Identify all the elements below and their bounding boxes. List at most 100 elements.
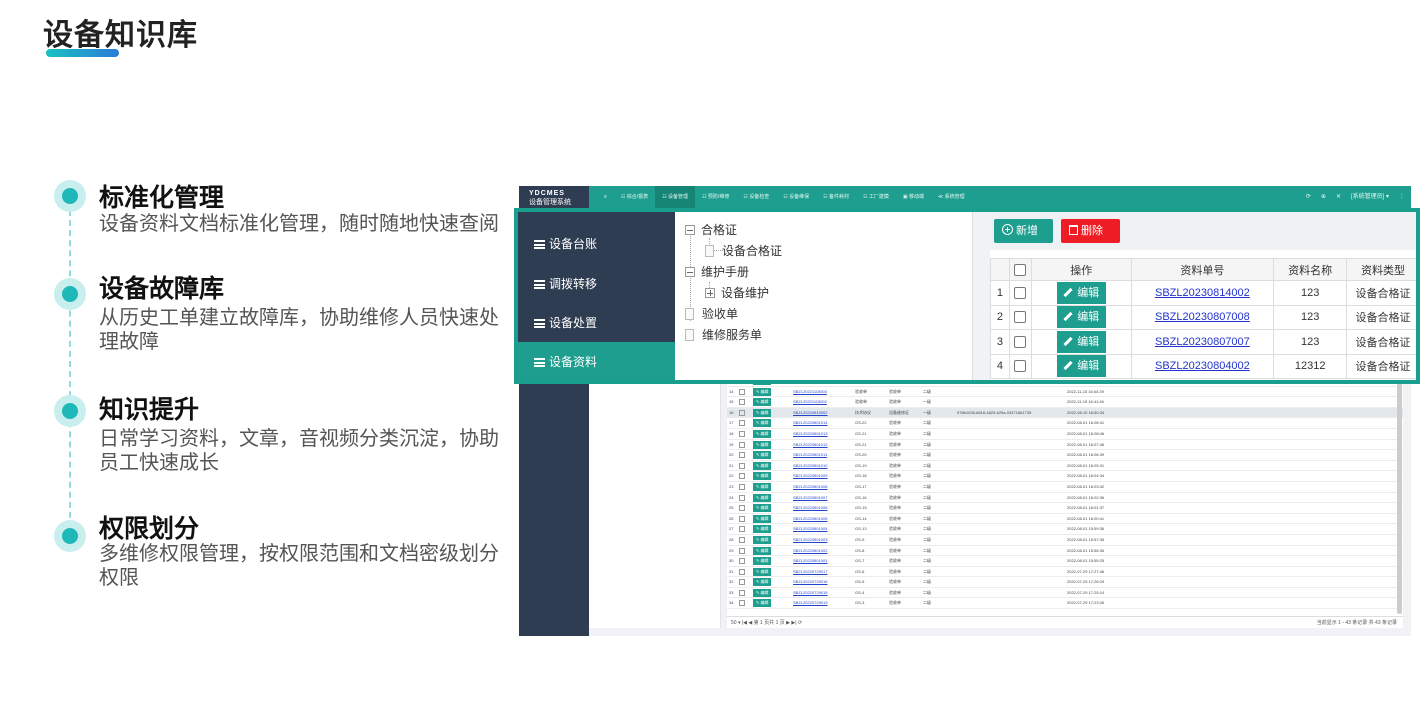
table-row[interactable]: 3 编辑 SBZL20230807007 123 设备合格证 bbox=[990, 329, 1416, 355]
row-checkbox[interactable] bbox=[1014, 286, 1027, 299]
row-checkbox[interactable] bbox=[737, 387, 751, 397]
nav-menu-toggle[interactable]: ≡ bbox=[597, 186, 614, 209]
edit-button[interactable]: ✎ 编辑 bbox=[751, 482, 791, 492]
edit-button[interactable]: ✎ 编辑 bbox=[751, 588, 791, 598]
doc-number-link[interactable]: SBZL20220801013 bbox=[791, 429, 853, 439]
nav-mobile[interactable]: ▣ 移动端 bbox=[896, 186, 931, 209]
nav-maintenance[interactable]: ☷ 预防/维修 bbox=[695, 186, 736, 209]
nav-upkeep[interactable]: ☷ 设备维保 bbox=[776, 186, 816, 209]
doc-number-link[interactable]: SBZL20221115003 bbox=[791, 387, 853, 397]
sidebar-item-equipment-ledger[interactable]: 设备台账 bbox=[518, 224, 675, 264]
edit-button[interactable]: ✎ 编辑 bbox=[751, 461, 791, 471]
doc-number-link[interactable]: SBZL20230804002 bbox=[1155, 360, 1250, 372]
sidebar-item-disposal[interactable]: 设备处置 bbox=[518, 303, 675, 343]
table-row[interactable]: 17 ✎ 编辑 SBZL20220801014 GS-22 验收单 二级 2022-08-0… bbox=[727, 418, 1403, 429]
grid-scrollbar[interactable] bbox=[1397, 378, 1402, 614]
add-button[interactable]: 新增 bbox=[994, 219, 1053, 243]
table-row[interactable]: 34 ✎ 编辑 SBZL20220729013 GS-3 验收单 二级 2022-07-29… bbox=[727, 598, 1403, 610]
edit-button[interactable]: ✎ 编辑 bbox=[751, 556, 791, 566]
edit-button[interactable]: ✎ 编辑 bbox=[751, 546, 791, 556]
table-row[interactable]: 19 ✎ 编辑 SBZL20220801012 GS-21 验收单 二级 2022-08-0… bbox=[727, 440, 1403, 451]
table-row[interactable]: 25 ✎ 编辑 SBZL20220801006 GS-15 验收单 二级 2022-08-0… bbox=[727, 503, 1403, 514]
table-row[interactable]: 32 ✎ 编辑 SBZL20220729016 GS-5 验收单 二级 2022-07-29… bbox=[727, 577, 1403, 588]
doc-number-link[interactable]: SBZL20230807008 bbox=[1155, 311, 1250, 323]
edit-button[interactable]: ✎ 编辑 bbox=[751, 397, 791, 407]
row-checkbox[interactable] bbox=[1014, 311, 1027, 324]
edit-button[interactable]: ✎ 编辑 bbox=[751, 418, 791, 428]
table-row[interactable]: 14 ✎ 编辑 SBZL20221115003 验收单 验收单 二级 2022-11-15 … bbox=[727, 387, 1403, 398]
doc-number-link[interactable]: SBZL20230814002 bbox=[1155, 287, 1250, 299]
edit-button[interactable]: ✎ 编辑 bbox=[751, 524, 791, 534]
row-checkbox[interactable] bbox=[737, 567, 751, 577]
row-checkbox[interactable] bbox=[737, 493, 751, 503]
row-checkbox[interactable] bbox=[737, 535, 751, 545]
table-row[interactable]: 26 ✎ 编辑 SBZL20220801005 GS-14 验收单 二级 2022-08-0… bbox=[727, 514, 1403, 525]
table-row[interactable]: 28 ✎ 编辑 SBZL20220801003 GS-9 验收单 二级 2022-08-01… bbox=[727, 535, 1403, 546]
nav-spare-parts[interactable]: ☷ 备件耗材 bbox=[816, 186, 856, 209]
table-row[interactable]: 21 ✎ 编辑 SBZL20220801010 GS-19 验收单 二级 2022-08-0… bbox=[727, 461, 1403, 472]
tree-node-equipment-certificate[interactable]: 设备合格证 bbox=[705, 243, 782, 259]
table-row[interactable]: 27 ✎ 编辑 SBZL20220801004 GS-13 验收单 二级 2022-08-0… bbox=[727, 524, 1403, 535]
row-checkbox[interactable] bbox=[737, 408, 751, 418]
edit-button[interactable]: ✎ 编辑 bbox=[751, 440, 791, 450]
table-row[interactable]: 20 ✎ 编辑 SBZL20220801011 GS-20 验收单 二级 2022-08-0… bbox=[727, 450, 1403, 461]
row-checkbox[interactable] bbox=[737, 440, 751, 450]
table-row[interactable]: 30 ✎ 编辑 SBZL20220801001 GS-7 验收单 二级 2022-08-01… bbox=[727, 556, 1403, 567]
edit-button[interactable]: ✎ 编辑 bbox=[751, 429, 791, 439]
table-row[interactable]: 33 ✎ 编辑 SBZL20220729015 GS-4 验收单 二级 2022-07-29… bbox=[727, 588, 1403, 599]
doc-number-link[interactable]: SBZL20220729016 bbox=[791, 577, 853, 587]
edit-button[interactable]: ✎ 编辑 bbox=[751, 514, 791, 524]
table-row[interactable]: 15 ✎ 编辑 SBZL20221115002 验收单 验收单 一级 2022-11-15 … bbox=[727, 397, 1403, 408]
delete-button[interactable]: 删除 bbox=[1061, 219, 1120, 243]
row-checkbox[interactable] bbox=[737, 546, 751, 556]
table-row[interactable]: 16 ✎ 编辑 SBZL20220810002 技术协议 设备维修证 一级 978b1035… bbox=[727, 407, 1403, 419]
doc-number-link[interactable]: SBZL20220801010 bbox=[791, 461, 853, 471]
edit-button[interactable]: ✎ 编辑 bbox=[751, 567, 791, 577]
edit-button[interactable]: 编辑 bbox=[1056, 330, 1106, 353]
row-checkbox[interactable] bbox=[737, 524, 751, 534]
user-menu[interactable]: [系统管理员] ▾ bbox=[1351, 186, 1389, 209]
pager-controls[interactable]: 50 ▾ |◀ ◀ 第 1 页共 1 页 ▶ ▶| ⟳ bbox=[731, 620, 802, 626]
tree-node-acceptance[interactable]: 验收单 bbox=[685, 306, 738, 322]
doc-number-link[interactable]: SBZL20220810002 bbox=[791, 408, 853, 418]
sidebar-item-documents[interactable]: 设备资料 bbox=[518, 342, 675, 380]
row-checkbox[interactable] bbox=[737, 429, 751, 439]
row-checkbox[interactable] bbox=[737, 397, 751, 407]
edit-button[interactable]: ✎ 编辑 bbox=[751, 387, 791, 397]
tree-node-equipment-maintenance[interactable]: 设备维护 bbox=[705, 285, 769, 301]
globe-icon[interactable]: ⊕ bbox=[1321, 186, 1326, 209]
refresh-icon[interactable]: ⟳ bbox=[1306, 186, 1311, 209]
doc-number-link[interactable]: SBZL20221115002 bbox=[791, 397, 853, 407]
doc-number-link[interactable]: SBZL20220729015 bbox=[791, 588, 853, 598]
edit-button[interactable]: 编辑 bbox=[1056, 355, 1106, 378]
row-checkbox[interactable] bbox=[737, 556, 751, 566]
edit-button[interactable]: ✎ 编辑 bbox=[751, 535, 791, 545]
table-row[interactable]: 31 ✎ 编辑 SBZL20220729017 GS-6 验收单 二级 2022-07-29… bbox=[727, 567, 1403, 578]
doc-number-link[interactable]: SBZL20220801008 bbox=[791, 482, 853, 492]
edit-button[interactable]: ✎ 编辑 bbox=[751, 450, 791, 460]
edit-button[interactable]: ✎ 编辑 bbox=[751, 598, 791, 608]
row-checkbox[interactable] bbox=[737, 588, 751, 598]
doc-number-link[interactable]: SBZL20220801014 bbox=[791, 418, 853, 428]
sidebar-item-transfer[interactable]: 调拨转移 bbox=[518, 264, 675, 304]
doc-number-link[interactable]: SBZL20220801004 bbox=[791, 524, 853, 534]
edit-button[interactable]: ✎ 编辑 bbox=[751, 577, 791, 587]
table-row[interactable]: 2 编辑 SBZL20230807008 123 设备合格证 bbox=[990, 304, 1416, 330]
row-checkbox[interactable] bbox=[737, 450, 751, 460]
row-checkbox[interactable] bbox=[737, 577, 751, 587]
doc-number-link[interactable]: SBZL20220801001 bbox=[791, 556, 853, 566]
row-checkbox[interactable] bbox=[1014, 335, 1027, 348]
tree-node-manual[interactable]: 维护手册 bbox=[685, 264, 749, 280]
doc-number-link[interactable]: SBZL20220801006 bbox=[791, 503, 853, 513]
doc-number-link[interactable]: SBZL20220801009 bbox=[791, 471, 853, 481]
row-checkbox[interactable] bbox=[737, 461, 751, 471]
row-checkbox[interactable] bbox=[737, 514, 751, 524]
edit-button[interactable]: ✎ 编辑 bbox=[751, 471, 791, 481]
table-row[interactable]: 4 编辑 SBZL20230804002 12312 设备合格证 bbox=[990, 353, 1416, 379]
row-checkbox[interactable] bbox=[737, 482, 751, 492]
doc-number-link[interactable]: SBZL20220801003 bbox=[791, 535, 853, 545]
row-checkbox[interactable] bbox=[737, 418, 751, 428]
table-row[interactable]: 24 ✎ 编辑 SBZL20220801007 GS-16 验收单 二级 2022-08-0… bbox=[727, 493, 1403, 504]
edit-button[interactable]: 编辑 bbox=[1056, 281, 1106, 304]
nav-system[interactable]: ≪ 系统管理 bbox=[931, 186, 972, 209]
